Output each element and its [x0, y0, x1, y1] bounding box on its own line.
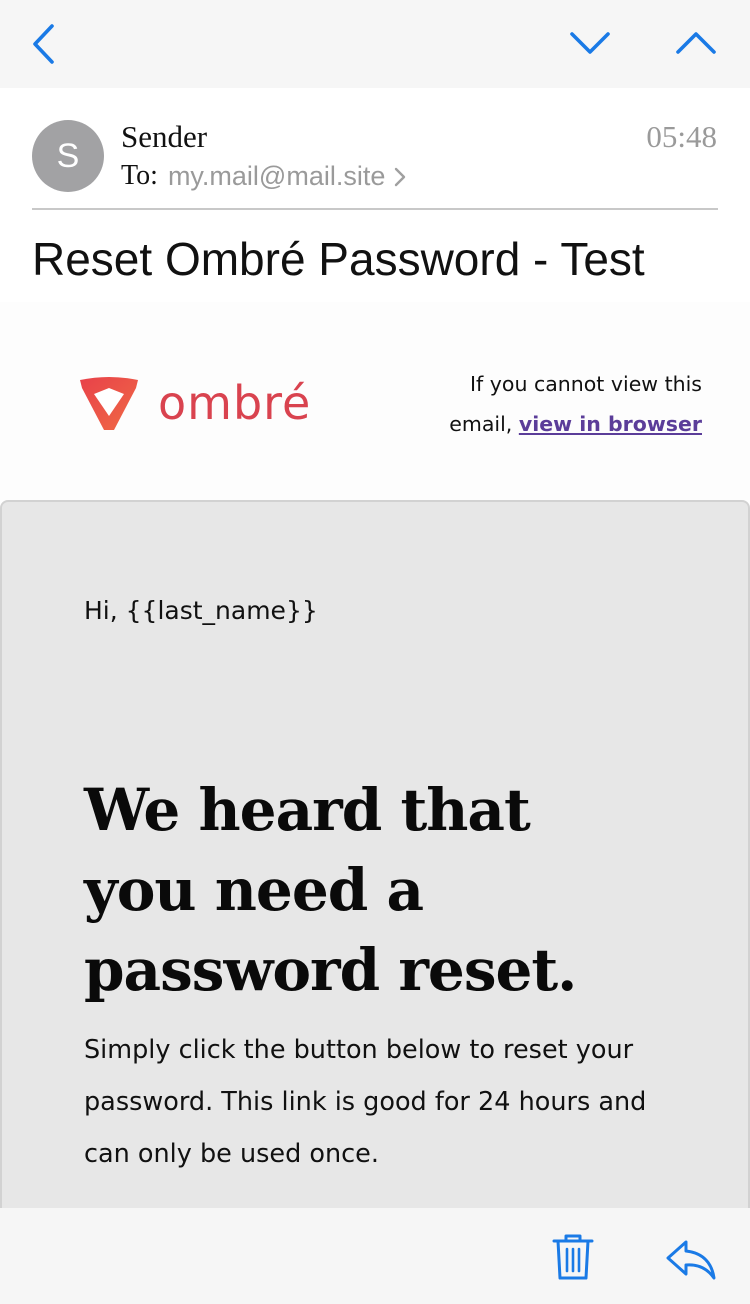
email-brand-header: ombré If you cannot view this email, vie…: [0, 302, 750, 500]
chevron-down-icon: [570, 32, 610, 54]
previous-message-button[interactable]: [674, 26, 718, 60]
ombre-logo: ombré: [74, 374, 311, 432]
greeting: Hi, {{last_name}}: [84, 596, 318, 625]
recipient-line[interactable]: To: my.mail@mail.site: [121, 160, 407, 192]
email-heading: We heard that you need a password reset.: [84, 776, 577, 1004]
ombre-logo-mark-icon: [74, 374, 144, 432]
trash-icon: [552, 1234, 594, 1280]
next-message-button[interactable]: [568, 26, 612, 60]
view-in-browser-notice: If you cannot view this email, view in b…: [412, 364, 702, 444]
brand-name: ombré: [158, 376, 312, 430]
message-time: 05:48: [646, 119, 717, 154]
chevron-left-icon: [33, 24, 54, 64]
reply-button[interactable]: [664, 1238, 718, 1287]
chevron-right-icon: [395, 167, 406, 187]
sender-avatar[interactable]: S: [32, 120, 104, 192]
bottom-toolbar: [0, 1208, 750, 1304]
header-divider: [32, 208, 718, 210]
to-label: To:: [121, 160, 158, 191]
view-in-browser-link[interactable]: view in browser: [519, 412, 702, 436]
chevron-up-icon: [676, 32, 716, 54]
email-body-text: Simply click the button below to reset y…: [84, 1035, 647, 1169]
recipient-address[interactable]: my.mail@mail.site: [168, 161, 385, 192]
back-button[interactable]: [28, 22, 60, 66]
top-navigation-bar: [0, 0, 750, 88]
delete-button[interactable]: [550, 1232, 596, 1287]
email-content-card: Hi, {{last_name}} We heard that you need…: [0, 500, 750, 1260]
message-subject: Reset Ombré Password - Test: [32, 233, 645, 285]
sender-name[interactable]: Sender: [121, 119, 207, 155]
reply-icon: [666, 1240, 716, 1280]
message-header: S Sender 05:48 To: my.mail@mail.site Res…: [0, 88, 750, 302]
